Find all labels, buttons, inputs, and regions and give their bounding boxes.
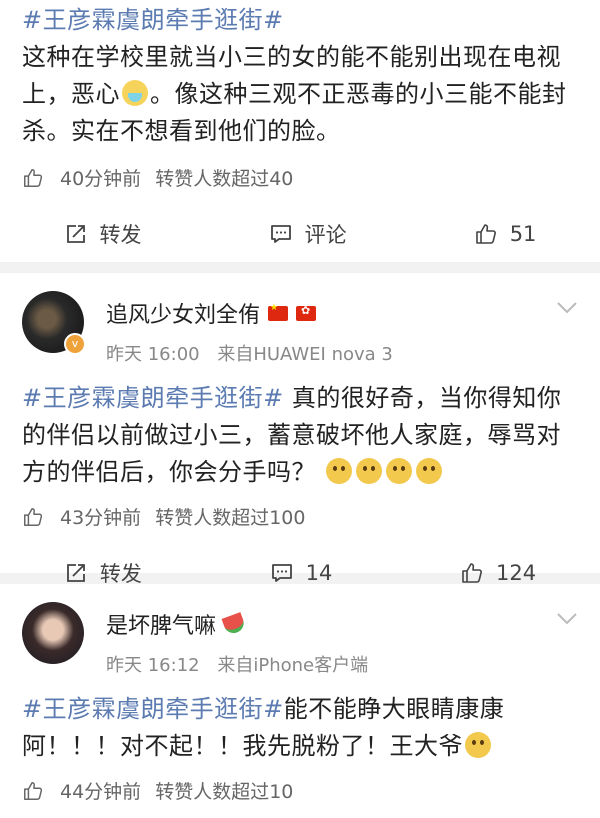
thumb-icon[interactable] — [22, 780, 44, 802]
user-info: 追风少女刘全侑 昨天 16:00 来自HUAWEI nova 3 — [106, 291, 393, 366]
comment-button[interactable]: 评论 — [269, 219, 347, 249]
post-meta: 40分钟前 转赞人数超过40 — [0, 164, 600, 191]
post-source: 来自iPhone客户端 — [217, 655, 369, 676]
doge-icon — [356, 458, 383, 484]
post-time: 44分钟前 — [60, 781, 142, 803]
hashtag-link[interactable]: #王彦霖虞朗牵手逛街# — [22, 384, 284, 412]
repost-icon — [64, 222, 88, 246]
sick-face-icon — [122, 80, 148, 106]
doge-icon — [386, 458, 413, 484]
username[interactable]: 追风少女刘全侑 — [106, 297, 260, 329]
like-count: 124 — [496, 561, 537, 585]
hashtag-link[interactable]: #王彦霖虞朗牵手逛街# — [22, 6, 284, 34]
post-header: v 追风少女刘全侑 昨天 16:00 来自HUAWEI nova 3 — [0, 273, 600, 366]
user-info: 是坏脾气嘛 昨天 16:12 来自iPhone客户端 — [106, 602, 368, 677]
repost-label: 转发 — [99, 223, 142, 247]
chevron-down-icon[interactable] — [556, 612, 578, 626]
doge-icon — [416, 458, 443, 484]
post-time: 43分钟前 — [60, 507, 142, 529]
post-2: v 追风少女刘全侑 昨天 16:00 来自HUAWEI nova 3 #王彦霖虞… — [0, 273, 600, 586]
chevron-down-icon[interactable] — [556, 301, 578, 315]
like-icon — [474, 222, 498, 246]
like-count: 51 — [509, 222, 537, 246]
comment-button[interactable]: 14 — [270, 561, 333, 585]
hongkong-flag-icon — [296, 304, 317, 321]
post-date: 昨天 16:12 — [106, 655, 200, 676]
post-text: #王彦霖虞朗牵手逛街#能不能睁大眼睛康康阿！！！对不起！！我先脱粉了！王大爷 — [0, 677, 600, 765]
like-button[interactable]: 51 — [474, 222, 537, 246]
username[interactable]: 是坏脾气嘛 — [106, 608, 216, 640]
post-1: #王彦霖虞朗牵手逛街# 这种在学校里就当小三的女的能不能别出现在电视上，恶心 。像… — [0, 0, 600, 262]
repost-icon — [64, 561, 88, 585]
avatar[interactable] — [22, 602, 84, 664]
thumb-icon[interactable] — [22, 506, 44, 528]
thumb-icon[interactable] — [22, 167, 44, 189]
post-text: #王彦霖虞朗牵手逛街# 这种在学校里就当小三的女的能不能别出现在电视上，恶心 。像… — [0, 0, 600, 150]
verified-badge-icon: v — [64, 333, 86, 355]
china-flag-icon — [268, 303, 289, 321]
action-bar: 转发 评论 51 — [0, 201, 600, 267]
post-header: 是坏脾气嘛 昨天 16:12 来自iPhone客户端 — [0, 584, 600, 677]
like-button[interactable]: 124 — [460, 561, 536, 585]
post-meta: 44分钟前 转赞人数超过10 — [0, 777, 600, 804]
repost-count: 转赞人数超过10 — [155, 781, 294, 803]
post-time: 40分钟前 — [60, 168, 142, 190]
comment-icon — [270, 561, 294, 585]
comment-count: 14 — [305, 561, 333, 585]
hashtag-link[interactable]: #王彦霖虞朗牵手逛街# — [22, 695, 284, 723]
comment-icon — [269, 222, 293, 246]
repost-count: 转赞人数超过40 — [155, 168, 294, 190]
post-text: #王彦霖虞朗牵手逛街# 真的很好奇，当你得知你的伴侣以前做过小三，蓄意破坏他人家… — [0, 366, 600, 491]
doge-icon — [326, 458, 353, 484]
watermelon-icon — [221, 612, 247, 636]
repost-button[interactable]: 转发 — [64, 219, 142, 249]
doge-icon — [465, 732, 491, 758]
comment-label: 评论 — [304, 223, 347, 247]
repost-count: 转赞人数超过100 — [155, 507, 306, 529]
post-source: 来自HUAWEI nova 3 — [217, 344, 393, 365]
post-date: 昨天 16:00 — [106, 344, 200, 365]
like-icon — [460, 561, 484, 585]
avatar[interactable]: v — [22, 291, 86, 355]
post-meta: 43分钟前 转赞人数超过100 — [0, 503, 600, 530]
post-3: 是坏脾气嘛 昨天 16:12 来自iPhone客户端 #王彦霖虞朗牵手逛街#能不… — [0, 584, 600, 818]
